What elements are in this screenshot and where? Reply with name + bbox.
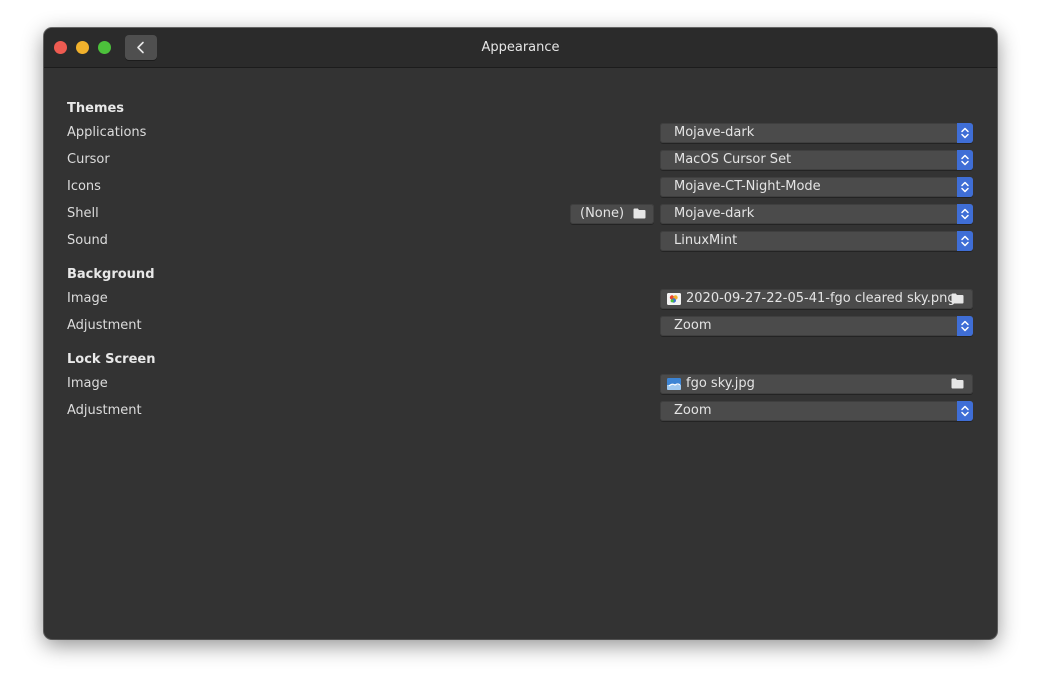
cursor-label: Cursor [67, 152, 110, 167]
image-thumbnail-icon [667, 378, 681, 390]
applications-theme-combo[interactable]: Mojave-dark [660, 123, 973, 143]
up-down-chevron-icon [961, 208, 969, 220]
shell-theme-combo[interactable]: Mojave-dark [660, 204, 973, 224]
combo-value: LinuxMint [674, 233, 738, 248]
combo-value: Mojave-dark [674, 125, 755, 140]
section-heading-background: Background [67, 267, 155, 282]
lock-screen-image-label: Image [67, 376, 108, 391]
combo-value: Zoom [674, 318, 712, 333]
lock-screen-image-chooser[interactable]: fgo sky.jpg [660, 374, 973, 394]
background-image-label: Image [67, 291, 108, 306]
combo-arrow [957, 316, 973, 336]
file-name: fgo sky.jpg [686, 376, 755, 391]
file-name: 2020-09-27-22-05-41-fgo cleared sky.png [686, 291, 956, 306]
up-down-chevron-icon [961, 235, 969, 247]
section-heading-themes: Themes [67, 101, 125, 116]
image-thumbnail-icon [667, 293, 681, 305]
shell-file-chooser-button[interactable]: (None) [570, 204, 654, 224]
up-down-chevron-icon [961, 181, 969, 193]
cursor-theme-combo[interactable]: MacOS Cursor Set [660, 150, 973, 170]
combo-arrow [957, 401, 973, 421]
combo-value: Mojave-CT-Night-Mode [674, 179, 821, 194]
combo-arrow [957, 231, 973, 251]
background-adjustment-label: Adjustment [67, 318, 142, 333]
combo-arrow [957, 204, 973, 224]
sound-theme-combo[interactable]: LinuxMint [660, 231, 973, 251]
lock-screen-adjustment-combo[interactable]: Zoom [660, 401, 973, 421]
up-down-chevron-icon [961, 127, 969, 139]
file-chooser-value: (None) [580, 206, 625, 221]
section-heading-lock-screen: Lock Screen [67, 352, 156, 367]
combo-value: Zoom [674, 403, 712, 418]
appearance-window: Appearance Themes Applications Mojave-da… [44, 28, 997, 639]
up-down-chevron-icon [961, 405, 969, 417]
combo-arrow [957, 123, 973, 143]
combo-arrow [957, 177, 973, 197]
combo-value: Mojave-dark [674, 206, 755, 221]
background-adjustment-combo[interactable]: Zoom [660, 316, 973, 336]
folder-icon [633, 208, 646, 219]
shell-label: Shell [67, 206, 99, 221]
icons-theme-combo[interactable]: Mojave-CT-Night-Mode [660, 177, 973, 197]
title-bar: Appearance [44, 28, 997, 68]
folder-icon [951, 378, 964, 389]
combo-arrow [957, 150, 973, 170]
combo-value: MacOS Cursor Set [674, 152, 792, 167]
applications-label: Applications [67, 125, 147, 140]
folder-icon [951, 293, 964, 304]
background-image-chooser[interactable]: 2020-09-27-22-05-41-fgo cleared sky.png [660, 289, 973, 309]
up-down-chevron-icon [961, 320, 969, 332]
lock-screen-adjustment-label: Adjustment [67, 403, 142, 418]
sound-label: Sound [67, 233, 108, 248]
up-down-chevron-icon [961, 154, 969, 166]
icons-label: Icons [67, 179, 101, 194]
window-title: Appearance [481, 40, 560, 55]
